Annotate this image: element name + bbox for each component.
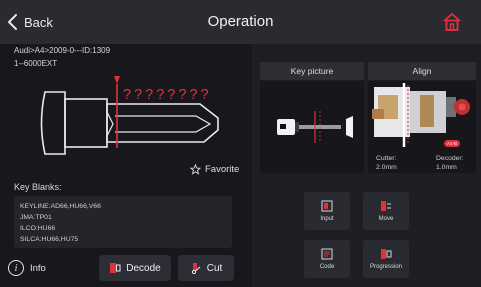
key-blank-line: KEYLINE:AD66,HU66,V66	[20, 203, 101, 210]
key-bow	[40, 91, 66, 155]
input-icon	[321, 200, 333, 212]
key-blanks-list[interactable]: KEYLINE:AD66,HU66,V66 JMA:TP01 ILCO:HU66…	[14, 196, 232, 248]
decoder-info: Decoder: 1.0mm	[436, 154, 464, 172]
move-button[interactable]: Move	[363, 192, 409, 230]
progression-label: Progression	[369, 264, 402, 270]
chevron-left-icon	[8, 14, 17, 30]
move-icon	[381, 201, 391, 211]
back-label: Back	[24, 14, 53, 30]
back-button[interactable]: Back	[6, 9, 53, 35]
left-panel: Audi>A4>2009-0---ID:1309 1--6000EXT ????…	[0, 44, 252, 287]
key-blanks-title: Key Blanks:	[14, 182, 62, 192]
info-label: Info	[30, 262, 46, 274]
input-label: Input	[320, 216, 334, 222]
key-blank-line: ILCO:HU66	[20, 225, 56, 232]
align-badge: A1-B	[444, 140, 460, 147]
unknown-cuts: ????????	[123, 87, 212, 103]
code-label: Code	[319, 264, 335, 270]
bottom-bar: i Info Decode Cut	[0, 252, 252, 287]
page-title: Operation	[207, 13, 274, 30]
decode-icon	[110, 263, 121, 273]
cut-button[interactable]: Cut	[178, 255, 234, 281]
favorite-label: Favorite	[205, 164, 240, 175]
decode-button[interactable]: Decode	[99, 255, 171, 281]
code-button[interactable]: Code	[304, 240, 350, 278]
info-icon: i	[8, 260, 24, 276]
stop-marker-icon	[114, 76, 120, 84]
key-blank-line: JMA:TP01	[20, 214, 52, 221]
cutter-label: Cutter:	[376, 155, 397, 162]
home-icon	[443, 13, 461, 31]
cut-icon	[191, 263, 201, 274]
key-picture-image	[277, 111, 353, 143]
cutter-info: Cutter: 2.0mm	[376, 154, 397, 172]
tab-key-picture[interactable]: Key picture	[260, 62, 364, 80]
align-clamp-image	[372, 83, 470, 147]
code-icon	[321, 248, 333, 260]
home-button[interactable]	[441, 11, 463, 33]
decoder-label: Decoder:	[436, 155, 464, 162]
progression-icon	[381, 249, 392, 259]
input-button[interactable]: Input	[304, 192, 350, 230]
top-bar: Back Operation	[0, 0, 481, 44]
tab-align[interactable]: Align	[368, 62, 476, 80]
key-picture-panel	[260, 81, 364, 173]
info-button[interactable]: i Info	[8, 260, 46, 276]
decoder-value: 1.0mm	[436, 164, 457, 171]
cutter-value: 2.0mm	[376, 164, 397, 171]
progression-button[interactable]: Progression	[363, 240, 409, 278]
star-icon	[190, 164, 201, 175]
decode-label: Decode	[126, 262, 161, 274]
key-blade	[106, 103, 219, 143]
align-panel: A1-B Cutter: 2.0mm Decoder: 1.0mm	[368, 81, 476, 173]
cut-label: Cut	[206, 262, 223, 274]
favorite-button[interactable]: Favorite	[190, 164, 239, 175]
move-label: Move	[378, 216, 394, 222]
right-panel: Key picture Align A1-B Cutter: 2.0mm Dec…	[252, 44, 481, 287]
key-path: Audi>A4>2009-0---ID:1309	[14, 46, 111, 55]
key-shoulder	[64, 98, 108, 148]
key-blank-line: SILCA:HU66,HU75	[20, 236, 79, 243]
